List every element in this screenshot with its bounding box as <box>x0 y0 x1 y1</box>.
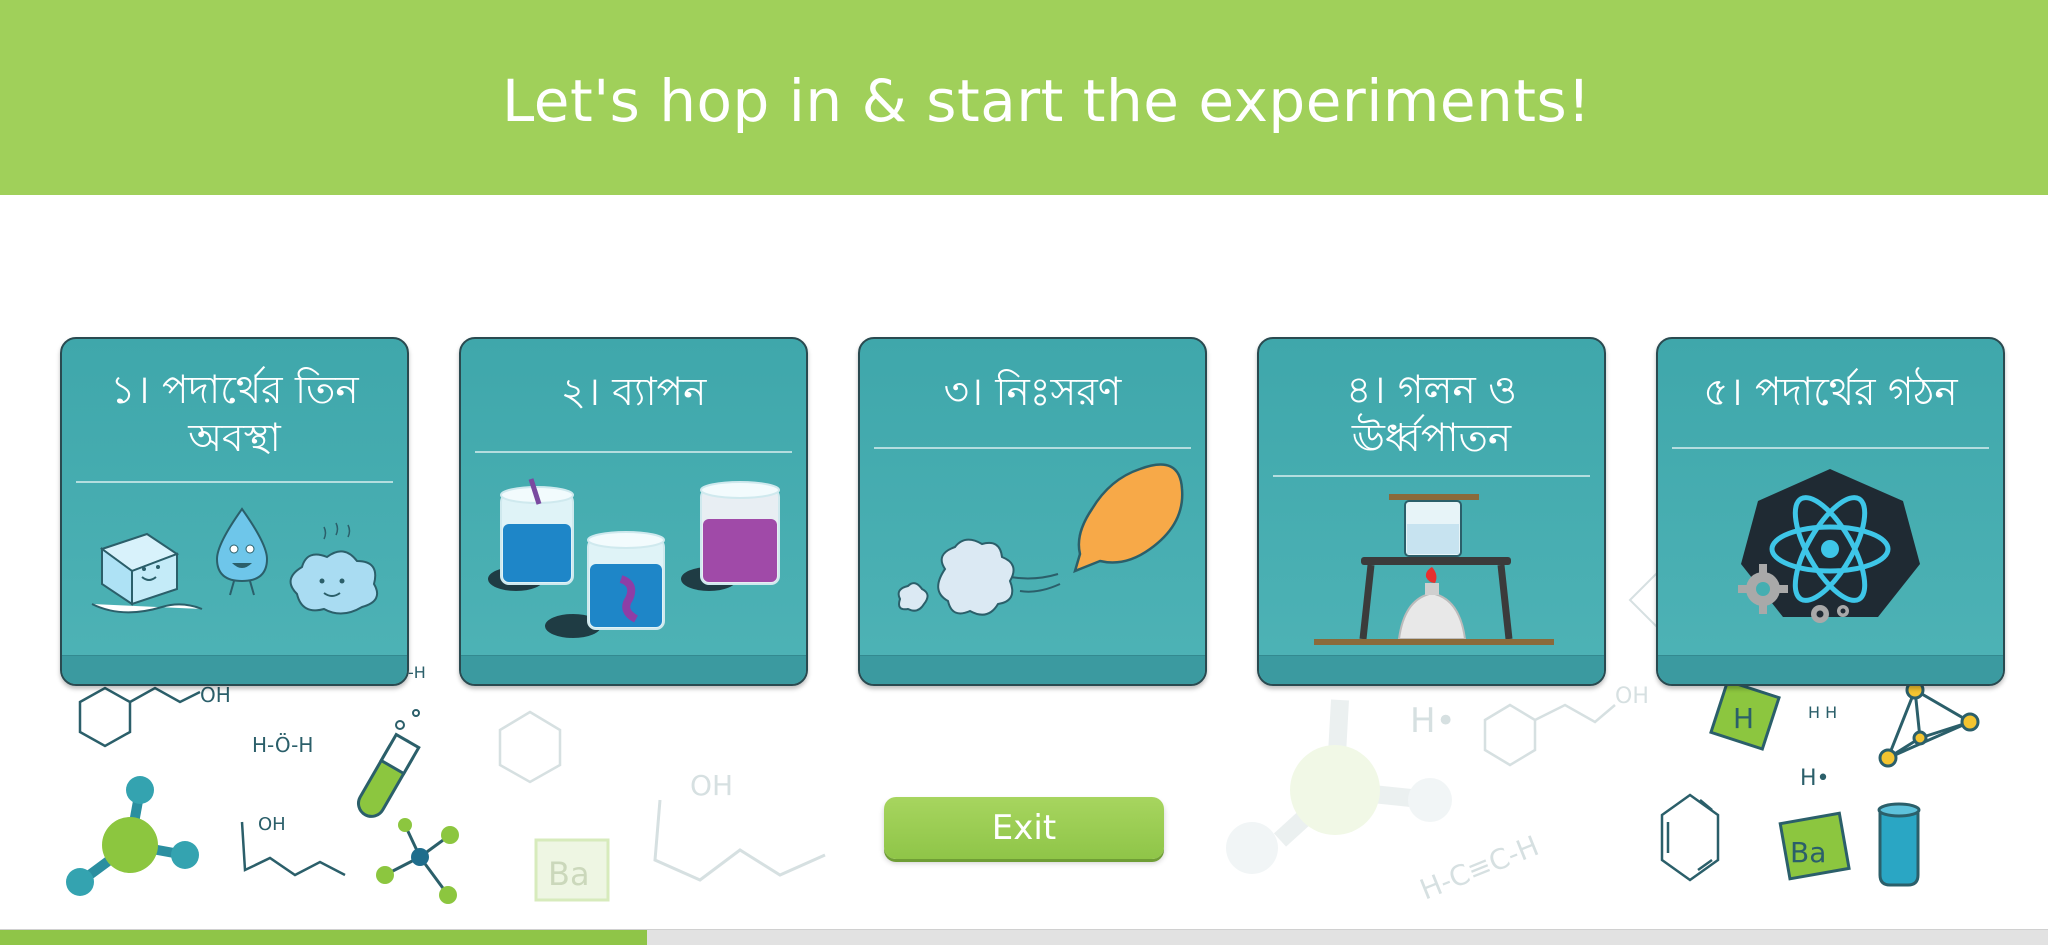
beaker-icon <box>1877 802 1921 887</box>
h-box-label: H <box>1733 702 1754 735</box>
experiment-card-diffusion[interactable]: ২। ব্যাপন <box>459 337 808 686</box>
progress-fill <box>0 930 648 945</box>
balloon-effusion-icon <box>897 463 1184 616</box>
diffusion-beakers-icon <box>488 478 780 638</box>
progress-bar <box>0 929 2048 945</box>
hh-label: H H <box>1808 703 1837 722</box>
h-small-label: -H <box>408 663 426 682</box>
sublimation-stand-icon <box>1314 494 1554 645</box>
ba-label-2: Ba <box>1790 836 1826 869</box>
ba-label-1: Ba <box>548 855 590 893</box>
water-formula-label: H-Ö-H <box>252 733 313 757</box>
acetylene-label: H-C≡C-H <box>1415 829 1543 906</box>
tetrahedron-icon <box>1878 680 1980 768</box>
ba-box-icon <box>1778 811 1851 881</box>
experiment-card-melting-sublimation[interactable]: ৪। গলন ও ঊর্ধ্বপাতন <box>1257 337 1606 686</box>
phenyl-ethanol-icon <box>78 686 201 748</box>
oh-label-3: OH <box>690 769 733 802</box>
exit-button[interactable]: Exit <box>884 797 1164 859</box>
h-plus-label-1: H• <box>1410 701 1456 741</box>
oh-label-2: OH <box>258 814 286 835</box>
benzene-structure-icon <box>1660 793 1720 882</box>
h-plus-label-2: H• <box>1800 766 1830 791</box>
hexanol-chain-icon <box>240 821 346 877</box>
states-of-matter-icon <box>91 507 378 615</box>
experiment-card-states-of-matter[interactable]: ১। পদার্থের তিন অবস্থা <box>60 337 409 686</box>
molecule-model-icon <box>66 776 199 896</box>
header-banner: Let's hop in & start the experiments! <box>0 0 2048 195</box>
experiment-card-effusion[interactable]: ৩। নিঃসরণ <box>858 337 1207 686</box>
oh-label-1: OH <box>200 683 231 707</box>
oh-label-4: OH <box>1615 684 1649 709</box>
small-molecule-icon <box>376 818 459 904</box>
test-tube-icon <box>357 732 421 818</box>
atom-structure-icon <box>1738 469 1920 623</box>
experiment-card-structure-of-matter[interactable]: ৫। পদার্থের গঠন <box>1656 337 2005 686</box>
h-box-icon <box>1709 679 1781 751</box>
header-title: Let's hop in & start the experiments! <box>501 66 1592 135</box>
